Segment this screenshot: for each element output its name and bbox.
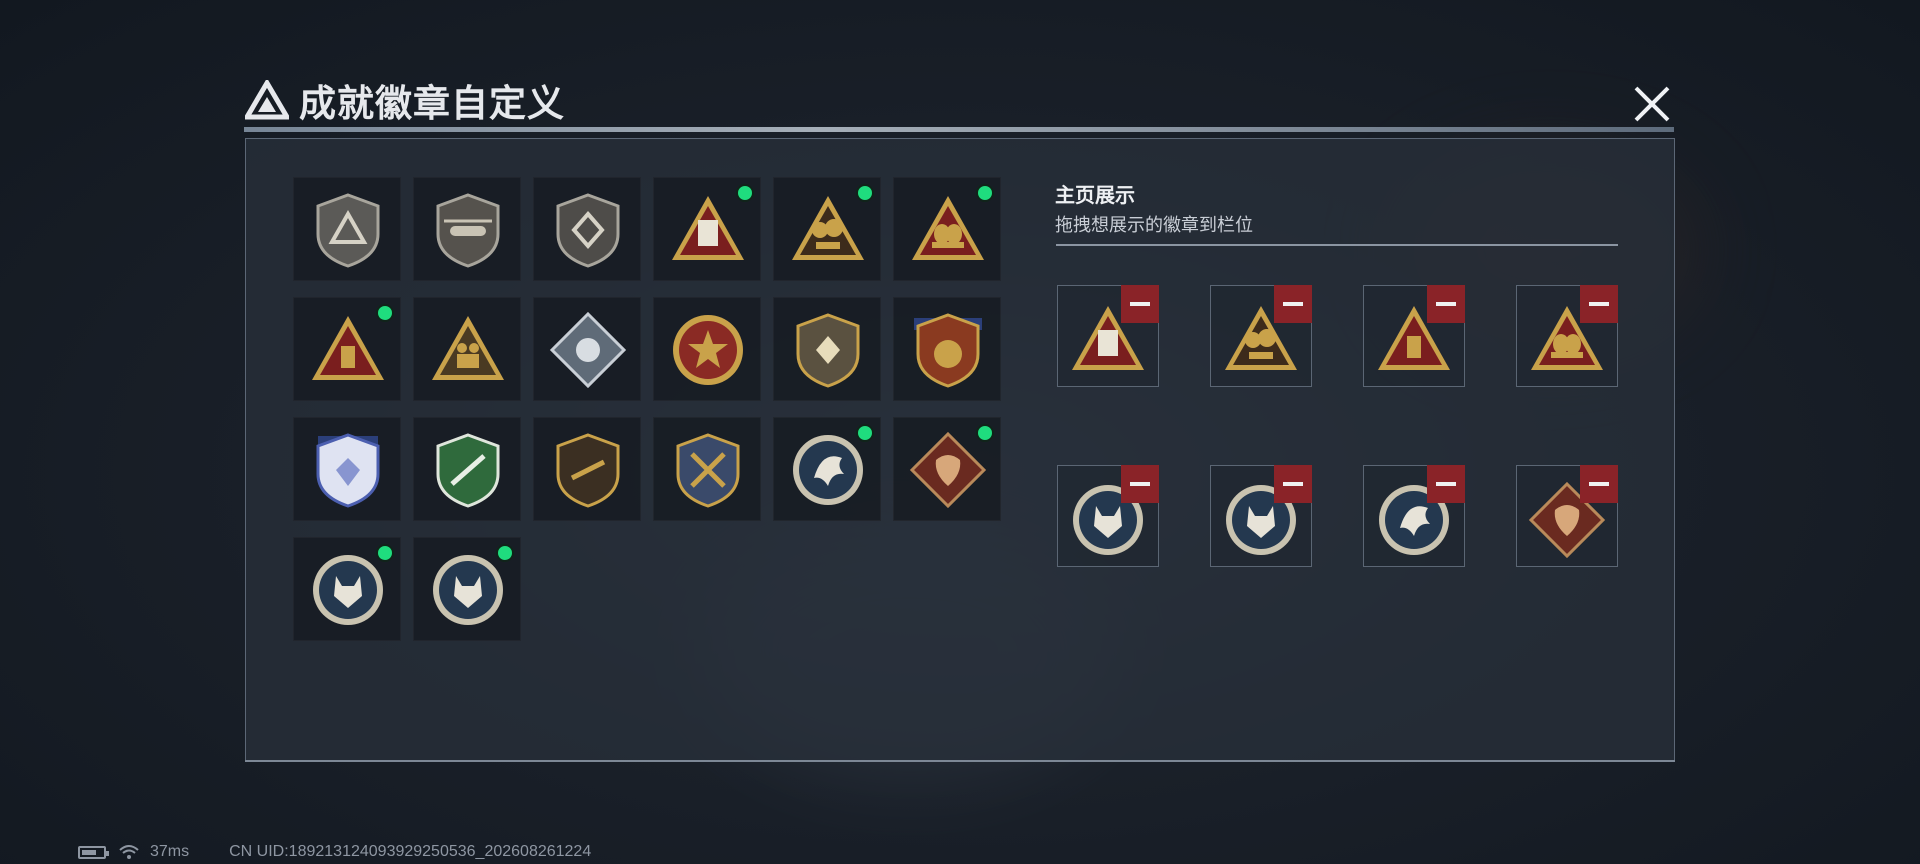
status-bar: 37ms CN UID:189213124093929250536_202608… bbox=[78, 843, 592, 860]
showcase-slot[interactable] bbox=[1057, 465, 1159, 567]
badge-slot[interactable] bbox=[293, 417, 401, 521]
equipped-indicator bbox=[736, 184, 754, 202]
badge-slot[interactable] bbox=[893, 177, 1001, 281]
badge-slot[interactable] bbox=[413, 417, 521, 521]
badge-slot[interactable] bbox=[893, 417, 1001, 521]
badge-slot[interactable] bbox=[653, 177, 761, 281]
badge-slot[interactable] bbox=[293, 537, 401, 641]
showcase-slot[interactable] bbox=[1363, 465, 1465, 567]
remove-badge-button[interactable] bbox=[1121, 285, 1159, 323]
showcase-hint: 拖拽想展示的徽章到栏位 bbox=[1055, 215, 1253, 235]
brown-rifle-shield-badge-icon bbox=[556, 433, 620, 508]
equipped-indicator bbox=[856, 184, 874, 202]
gray-emblem-shield-badge-icon bbox=[556, 193, 620, 268]
red-star-round-badge-icon bbox=[673, 315, 743, 385]
equipped-indicator bbox=[856, 424, 874, 442]
badge-slot[interactable] bbox=[653, 297, 761, 401]
dialog-title: 成就徽章自定义 bbox=[299, 82, 565, 125]
equipped-indicator bbox=[976, 424, 994, 442]
showcase-slot[interactable] bbox=[1210, 465, 1312, 567]
battery-icon bbox=[78, 845, 109, 859]
eagle-round-badge-icon bbox=[793, 435, 863, 505]
remove-badge-button[interactable] bbox=[1580, 465, 1618, 503]
green-rifle-shield-badge-icon bbox=[436, 433, 500, 508]
blue-winged-gold-badge-icon bbox=[914, 313, 982, 388]
remove-badge-button[interactable] bbox=[1427, 285, 1465, 323]
wolf-round-badge-icon bbox=[313, 555, 383, 625]
showcase-divider bbox=[1056, 244, 1618, 246]
showcase-slot[interactable] bbox=[1210, 285, 1312, 387]
remove-badge-button[interactable] bbox=[1121, 465, 1159, 503]
remove-badge-button[interactable] bbox=[1274, 285, 1312, 323]
soldiers-triangle-badge-icon bbox=[432, 316, 504, 380]
ping-text: 37ms bbox=[150, 843, 190, 860]
showcase-slot[interactable] bbox=[1057, 285, 1159, 387]
gold-egg-triangle-badge-icon bbox=[912, 196, 984, 260]
gray-triangle-shield-badge-icon bbox=[316, 193, 380, 268]
remove-badge-button[interactable] bbox=[1580, 285, 1618, 323]
remove-badge-button[interactable] bbox=[1274, 465, 1312, 503]
badge-slot[interactable] bbox=[893, 297, 1001, 401]
showcase-slot[interactable] bbox=[1363, 285, 1465, 387]
badge-slot[interactable] bbox=[533, 417, 641, 521]
showcase-slot[interactable] bbox=[1516, 285, 1618, 387]
badge-slot[interactable] bbox=[653, 417, 761, 521]
badge-slot[interactable] bbox=[413, 297, 521, 401]
title-underline bbox=[244, 127, 1674, 132]
equipped-indicator bbox=[376, 304, 394, 322]
badge-slot[interactable] bbox=[773, 177, 881, 281]
gold-bar-triangle-badge-icon bbox=[312, 316, 384, 380]
badge-slot[interactable] bbox=[413, 537, 521, 641]
showcase-slot[interactable] bbox=[1516, 465, 1618, 567]
gold-treasure-triangle-badge-icon bbox=[792, 196, 864, 260]
red-triangle-58-badge-icon bbox=[672, 196, 744, 260]
equipped-indicator bbox=[976, 184, 994, 202]
badge-slot[interactable] bbox=[533, 177, 641, 281]
wifi-icon bbox=[119, 845, 139, 859]
silver-diamond-badge-icon bbox=[549, 311, 627, 389]
blue-gem-shield-badge-icon bbox=[316, 433, 380, 508]
panel-bottom-border bbox=[245, 760, 1675, 762]
equipped-indicator bbox=[496, 544, 514, 562]
remove-badge-button[interactable] bbox=[1427, 465, 1465, 503]
badge-slot[interactable] bbox=[773, 297, 881, 401]
close-button[interactable] bbox=[1628, 80, 1676, 128]
gold-crossed-rifles-badge-icon bbox=[676, 433, 740, 508]
uid-text: CN UID:189213124093929250536_20260826122… bbox=[229, 843, 592, 860]
helicopter-shield-badge-icon bbox=[436, 193, 500, 268]
badge-slot[interactable] bbox=[773, 417, 881, 521]
gold-shield-badge-icon bbox=[796, 313, 860, 388]
delta-logo-icon bbox=[245, 80, 289, 120]
dragon-diamond-badge-icon bbox=[909, 431, 987, 509]
badge-slot[interactable] bbox=[533, 297, 641, 401]
badge-slot[interactable] bbox=[293, 297, 401, 401]
equipped-indicator bbox=[376, 544, 394, 562]
dialog-title-bar: 成就徽章自定义 bbox=[245, 74, 565, 126]
showcase-title: 主页展示 bbox=[1055, 185, 1135, 207]
wolf-round-badge-icon bbox=[433, 555, 503, 625]
badge-slot[interactable] bbox=[413, 177, 521, 281]
badge-slot[interactable] bbox=[293, 177, 401, 281]
